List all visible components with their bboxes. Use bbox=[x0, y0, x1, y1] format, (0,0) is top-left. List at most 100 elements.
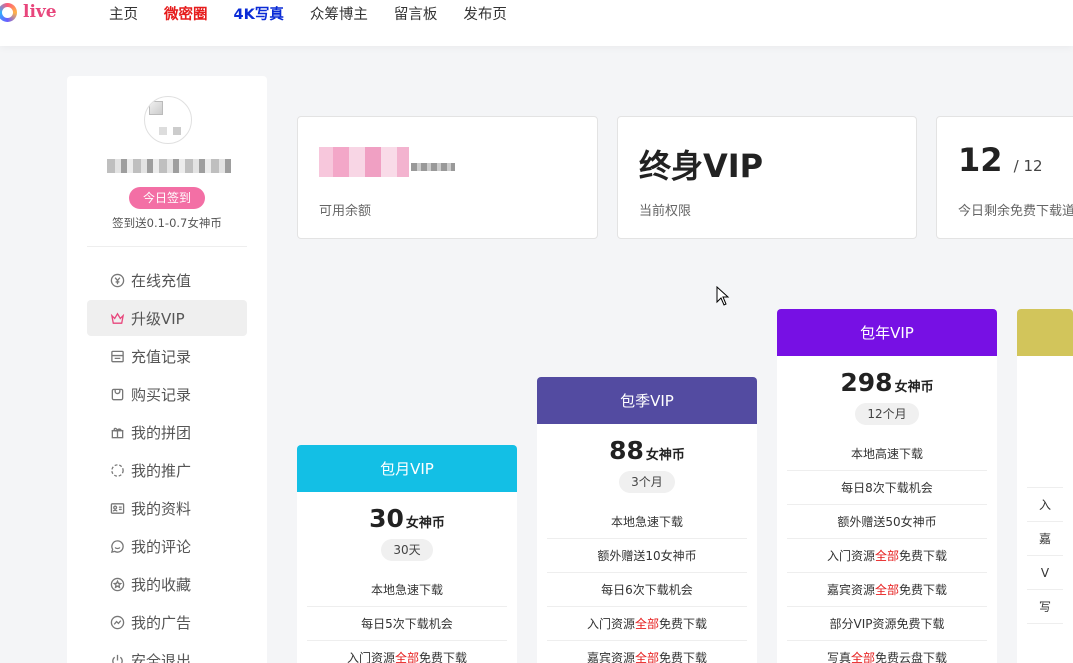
plan-feature-text: 入 bbox=[1038, 498, 1051, 512]
plan-feature: 部分VIP资源免费下载 bbox=[787, 607, 987, 641]
receipt-icon bbox=[109, 348, 125, 364]
permission-card: 终身VIP 当前权限 bbox=[617, 116, 917, 239]
plan-duration-badge: 12个月 bbox=[855, 403, 919, 425]
sidebar-item-purchase-records[interactable]: 购买记录 bbox=[87, 376, 247, 412]
id-card-icon bbox=[109, 500, 125, 516]
nav-4k-photos[interactable]: 4K写真 bbox=[234, 3, 284, 24]
plan-feature-text: 入门资源 bbox=[346, 651, 395, 663]
sidebar-item-label: 安全退出 bbox=[131, 651, 192, 663]
site-logo[interactable]: live bbox=[0, 0, 57, 24]
plan-feature: 入门资源全部免费下载 bbox=[547, 607, 747, 641]
plan-feature-text: 嘉宾资源 bbox=[586, 651, 635, 663]
logo-text: live bbox=[23, 2, 57, 22]
sidebar-item-recharge[interactable]: 在线充值 bbox=[87, 262, 247, 298]
plan-feature-text: 本地急速下载 bbox=[610, 515, 683, 529]
plan-card-partial[interactable]: 入嘉 V 写 bbox=[1017, 309, 1073, 663]
plan-feature: 额外赠送50女神币 bbox=[787, 505, 987, 539]
nav-crowdfund-bloggers[interactable]: 众筹博主 bbox=[310, 3, 368, 24]
balance-value-blurred bbox=[319, 147, 457, 177]
plan-feature-highlight: 全部 bbox=[634, 617, 659, 631]
plan-price: 88 女神币 bbox=[537, 436, 757, 465]
gift-icon bbox=[109, 424, 125, 440]
plan-feature: 嘉宾资源全部免费下载 bbox=[787, 573, 987, 607]
sidebar-item-profile[interactable]: 我的资料 bbox=[87, 490, 247, 526]
plan-feature: 嘉宾资源全部免费下载 bbox=[547, 641, 747, 663]
permission-label: 当前权限 bbox=[639, 204, 692, 219]
plan-card-monthly[interactable]: 包月VIP 30 女神币 30天 本地急速下载 每日5次下载机会 入门资源全部免费下载 bbox=[297, 445, 517, 663]
daily-checkin-button[interactable]: 今日签到 bbox=[129, 187, 205, 209]
plan-title: 包月VIP bbox=[297, 445, 517, 492]
chart-icon bbox=[109, 614, 125, 630]
plan-duration-badge: 30天 bbox=[381, 539, 433, 561]
plan-feature-highlight: 全部 bbox=[394, 651, 419, 663]
plan-feature: 入门资源全部免费下载 bbox=[307, 641, 507, 663]
sidebar-item-group-buy[interactable]: 我的拼团 bbox=[87, 414, 247, 450]
plan-title: 包年VIP bbox=[777, 309, 997, 356]
balance-card: 可用余额 bbox=[297, 116, 598, 239]
downloads-card: 12 / 12 今日剩余免费下载道 bbox=[936, 116, 1073, 239]
plan-feature-text: 额外赠送50女神币 bbox=[837, 515, 937, 529]
plan-features: 入嘉 V 写 bbox=[1017, 454, 1073, 624]
plan-feature-text: 本地高速下载 bbox=[850, 447, 923, 461]
permission-value: 终身VIP bbox=[639, 147, 764, 185]
bag-icon bbox=[109, 386, 125, 402]
star-icon bbox=[109, 576, 125, 592]
plan-feature: 本地急速下载 bbox=[307, 573, 507, 607]
sidebar-item-favorites[interactable]: 我的收藏 bbox=[87, 566, 247, 602]
sidebar-item-label: 升级VIP bbox=[131, 309, 185, 328]
sidebar-item-label: 购买记录 bbox=[131, 385, 192, 404]
plan-feature-text: 免费下载 bbox=[899, 549, 948, 563]
plan-feature: 每日5次下载机会 bbox=[307, 607, 507, 641]
plan-feature: 入门资源全部免费下载 bbox=[787, 539, 987, 573]
plan-feature: 每日6次下载机会 bbox=[547, 573, 747, 607]
plan-price-unit: 女神币 bbox=[894, 380, 934, 395]
nav-message-board[interactable]: 留言板 bbox=[394, 3, 438, 24]
sidebar-item-upgrade-vip[interactable]: 升级VIP bbox=[87, 300, 247, 336]
plan-card-yearly[interactable]: 包年VIP 298 女神币 12个月 本地高速下载 每日8次下载机会 额外赠送50女神… bbox=[777, 309, 997, 663]
sidebar-item-logout[interactable]: 安全退出 bbox=[87, 642, 247, 663]
plan-price: 298 女神币 bbox=[777, 368, 997, 397]
plan-title bbox=[1017, 309, 1073, 356]
plan-card-quarterly[interactable]: 包季VIP 88 女神币 3个月 本地急速下载 额外赠送10女神币 每日6次下载机会入… bbox=[537, 377, 757, 663]
nav-weimiquan[interactable]: 微密圈 bbox=[164, 3, 208, 24]
username-blurred bbox=[107, 159, 231, 173]
plan-price-number: 298 bbox=[840, 368, 893, 397]
sidebar-item-label: 我的广告 bbox=[131, 613, 192, 632]
plan-price-unit: 女神币 bbox=[645, 448, 685, 463]
sidebar-item-promotion[interactable]: 我的推广 bbox=[87, 452, 247, 488]
plan-feature: 本地高速下载 bbox=[787, 437, 987, 471]
balance-label: 可用余额 bbox=[319, 204, 372, 219]
sidebar-item-label: 我的收藏 bbox=[131, 575, 192, 594]
sidebar-item-comments[interactable]: 我的评论 bbox=[87, 528, 247, 564]
plan-feature-highlight: 全部 bbox=[850, 651, 875, 663]
plan-feature-highlight: 全部 bbox=[874, 583, 899, 597]
power-icon bbox=[109, 652, 125, 663]
downloads-total: / 12 bbox=[1013, 157, 1043, 175]
comment-icon bbox=[109, 538, 125, 554]
plan-feature-text: 免费下载 bbox=[899, 583, 948, 597]
plan-feature-text: 部分VIP资源免费下载 bbox=[829, 617, 945, 631]
nav-publish-page[interactable]: 发布页 bbox=[463, 3, 507, 24]
avatar[interactable] bbox=[144, 96, 192, 144]
plan-feature-text: 每日5次下载机会 bbox=[361, 617, 453, 631]
main-nav: 主页 微密圈 4K写真 众筹博主 留言板 发布页 bbox=[96, 0, 520, 26]
share-icon bbox=[109, 462, 125, 478]
plan-features: 本地高速下载 每日8次下载机会 额外赠送50女神币 入门资源全部免费下载 嘉宾资源全部免… bbox=[777, 437, 997, 663]
plan-feature-text: 每日8次下载机会 bbox=[841, 481, 933, 495]
plan-feature-highlight: 全部 bbox=[634, 651, 659, 663]
sidebar-divider bbox=[87, 246, 247, 247]
plan-feature: 额外赠送10女神币 bbox=[547, 539, 747, 573]
plan-feature-text: V bbox=[1040, 566, 1050, 580]
plan-feature: 本地急速下载 bbox=[547, 505, 747, 539]
sidebar-item-ads[interactable]: 我的广告 bbox=[87, 604, 247, 640]
plan-feature-text: 嘉宾资源 bbox=[826, 583, 875, 597]
plan-feature: V bbox=[1027, 556, 1063, 590]
avatar-pixel bbox=[159, 127, 167, 135]
sidebar-item-recharge-records[interactable]: 充值记录 bbox=[87, 338, 247, 374]
plan-duration-badge: 3个月 bbox=[619, 471, 675, 493]
plan-feature-text: 免费下载 bbox=[659, 651, 708, 663]
top-header: live 主页 微密圈 4K写真 众筹博主 留言板 发布页 bbox=[0, 0, 1073, 46]
plan-feature: 每日8次下载机会 bbox=[787, 471, 987, 505]
sidebar-item-label: 我的评论 bbox=[131, 537, 192, 556]
nav-home[interactable]: 主页 bbox=[109, 3, 138, 24]
